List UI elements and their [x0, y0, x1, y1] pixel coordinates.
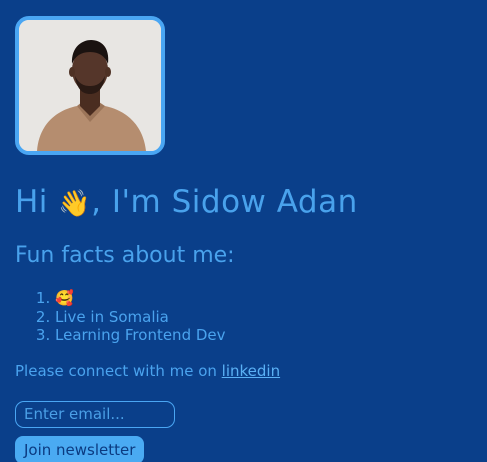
avatar [15, 16, 165, 155]
list-item: Learning Frontend Dev [55, 326, 472, 345]
profile-page: Hi 👋, I'm Sidow Adan Fun facts about me:… [0, 0, 487, 462]
greeting-suffix: , I'm Sidow Adan [91, 184, 358, 220]
linkedin-link[interactable]: linkedin [222, 362, 280, 380]
connect-label: Please connect with me on [15, 361, 222, 380]
email-field[interactable] [15, 400, 175, 428]
avatar-photo [19, 20, 161, 151]
fun-facts-heading: Fun facts about me: [15, 243, 235, 268]
page-title: Hi 👋, I'm Sidow Adan [15, 185, 472, 221]
waving-hand-icon: 👋 [58, 189, 92, 219]
greeting-prefix: Hi [15, 184, 48, 220]
fun-facts-list: 🥰 Live in Somalia Learning Frontend Dev [15, 289, 472, 345]
list-item: 🥰 [55, 289, 472, 308]
join-newsletter-button[interactable]: Join newsletter [15, 435, 145, 462]
list-item: Live in Somalia [55, 308, 472, 327]
connect-text: Please connect with me on linkedin [15, 362, 472, 380]
